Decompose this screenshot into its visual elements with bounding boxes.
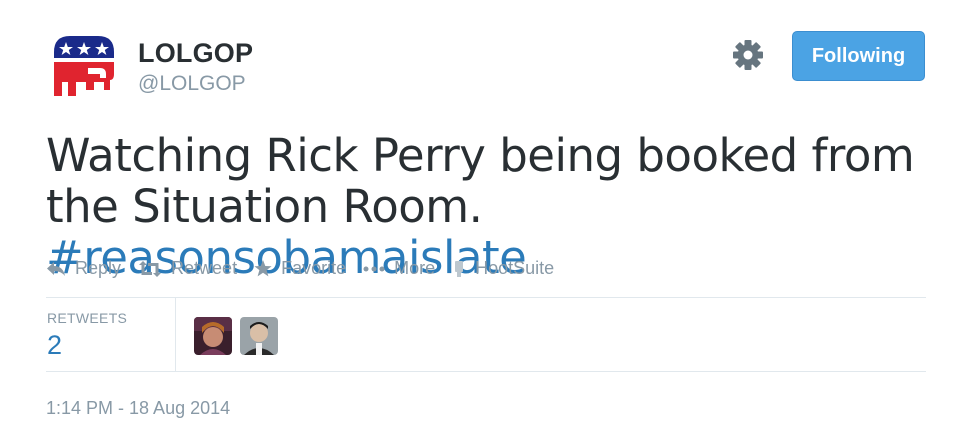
- divider-bottom: [46, 371, 926, 372]
- favorite-label: Favorite: [281, 258, 347, 278]
- tweet-card: LOLGOP @LOLGOP Following Watching Rick P…: [0, 0, 980, 439]
- hootsuite-icon: [455, 260, 464, 277]
- avatar[interactable]: [48, 30, 120, 102]
- ellipsis-icon: [363, 266, 385, 271]
- reply-button[interactable]: Reply: [46, 258, 121, 279]
- retweet-icon: [139, 260, 162, 277]
- tweet-timestamp[interactable]: 1:14 PM - 18 Aug 2014: [46, 398, 230, 419]
- retweet-label: Retweet: [171, 258, 238, 278]
- star-icon: [254, 260, 272, 277]
- gear-icon[interactable]: [731, 38, 765, 72]
- retweet-button[interactable]: Retweet: [138, 258, 237, 279]
- reply-label: Reply: [75, 258, 122, 278]
- divider-top: [46, 297, 926, 298]
- retweeter-avatar-1[interactable]: [194, 317, 232, 355]
- gop-elephant-logo-icon: [54, 36, 114, 96]
- reply-icon: [47, 261, 65, 276]
- author-handle[interactable]: @LOLGOP: [138, 72, 253, 96]
- hootsuite-label: HootSuite: [475, 258, 555, 278]
- more-button[interactable]: More: [363, 258, 435, 279]
- stats-separator: [175, 298, 176, 372]
- hootsuite-button[interactable]: HootSuite: [452, 258, 554, 279]
- favorite-button[interactable]: Favorite: [254, 258, 346, 279]
- retweets-label: RETWEETS: [47, 310, 128, 326]
- retweeter-avatar-2[interactable]: [240, 317, 278, 355]
- more-label: More: [394, 258, 436, 278]
- tweet-actions: Reply Retweet Favorite More HootSuite: [46, 258, 571, 279]
- author-block: LOLGOP @LOLGOP: [138, 38, 253, 96]
- author-name[interactable]: LOLGOP: [138, 38, 253, 68]
- tweet-body: Watching Rick Perry being booked from th…: [46, 129, 915, 233]
- following-button[interactable]: Following: [792, 31, 925, 81]
- retweets-count[interactable]: 2: [47, 330, 62, 361]
